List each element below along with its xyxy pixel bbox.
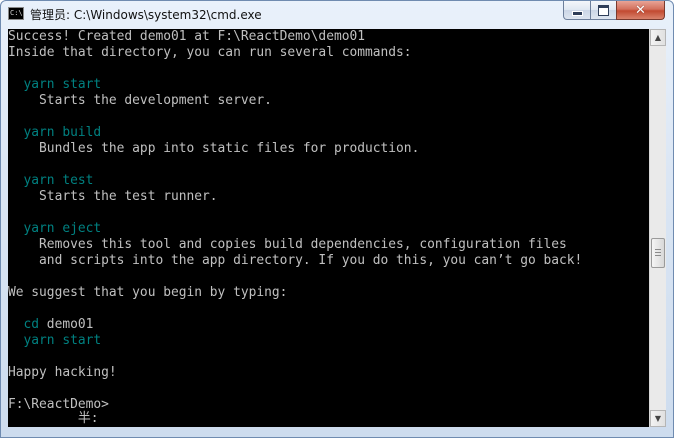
ime-status: 半: [8,411,99,426]
cmd-icon-label: C:\ [10,9,23,17]
command-yarn-eject: yarn eject [8,221,102,236]
cmd-window: C:\ 管理员: C:\Windows\system32\cmd.exe ✕ S… [0,0,674,438]
cd-argument: demo01 [39,317,94,332]
console-line: Bundles the app into static files for pr… [8,141,420,156]
maximize-icon [598,4,609,16]
chevron-down-icon: ▼ [654,414,662,423]
vertical-scrollbar[interactable]: ▲ ▼ [649,29,666,427]
grip-line [655,252,661,253]
cd-keyword: cd [8,317,40,332]
title-bar[interactable]: C:\ 管理员: C:\Windows\system32\cmd.exe ✕ [1,1,673,28]
console-line: Success! Created demo01 at F:\ReactDemo\… [8,29,365,44]
console-line: Starts the test runner. [8,189,218,204]
console-line: and scripts into the app directory. If y… [8,253,583,268]
console-line: We suggest that you begin by typing: [8,285,288,300]
console-line: Starts the development server. [8,93,272,108]
command-yarn-build: yarn build [8,125,102,140]
console-line: Inside that directory, you can run sever… [8,45,412,60]
scrollbar-thumb[interactable] [651,238,665,268]
grip-line [655,249,661,250]
command-yarn-test: yarn test [8,173,94,188]
window-title: 管理员: C:\Windows\system32\cmd.exe [30,8,262,22]
minimize-icon [571,10,583,16]
command-yarn-start: yarn start [8,77,102,92]
command-yarn-start-2: yarn start [8,333,102,348]
chevron-up-icon: ▲ [654,33,662,42]
console-output[interactable]: Success! Created demo01 at F:\ReactDemo\… [8,29,649,427]
scroll-down-button[interactable]: ▼ [650,410,666,427]
scroll-up-button[interactable]: ▲ [650,29,666,46]
window-bottom-frame [1,427,673,438]
minimize-button[interactable] [563,1,591,20]
cmd-app-icon[interactable]: C:\ [8,7,24,20]
console-line: Happy hacking! [8,365,117,380]
grip-line [655,255,661,256]
close-icon: ✕ [635,2,646,18]
console-line: Removes this tool and copies build depen… [8,237,567,252]
command-cd-demo01: cd demo01 [8,317,94,333]
close-button[interactable]: ✕ [616,1,665,20]
maximize-button[interactable] [590,1,617,20]
